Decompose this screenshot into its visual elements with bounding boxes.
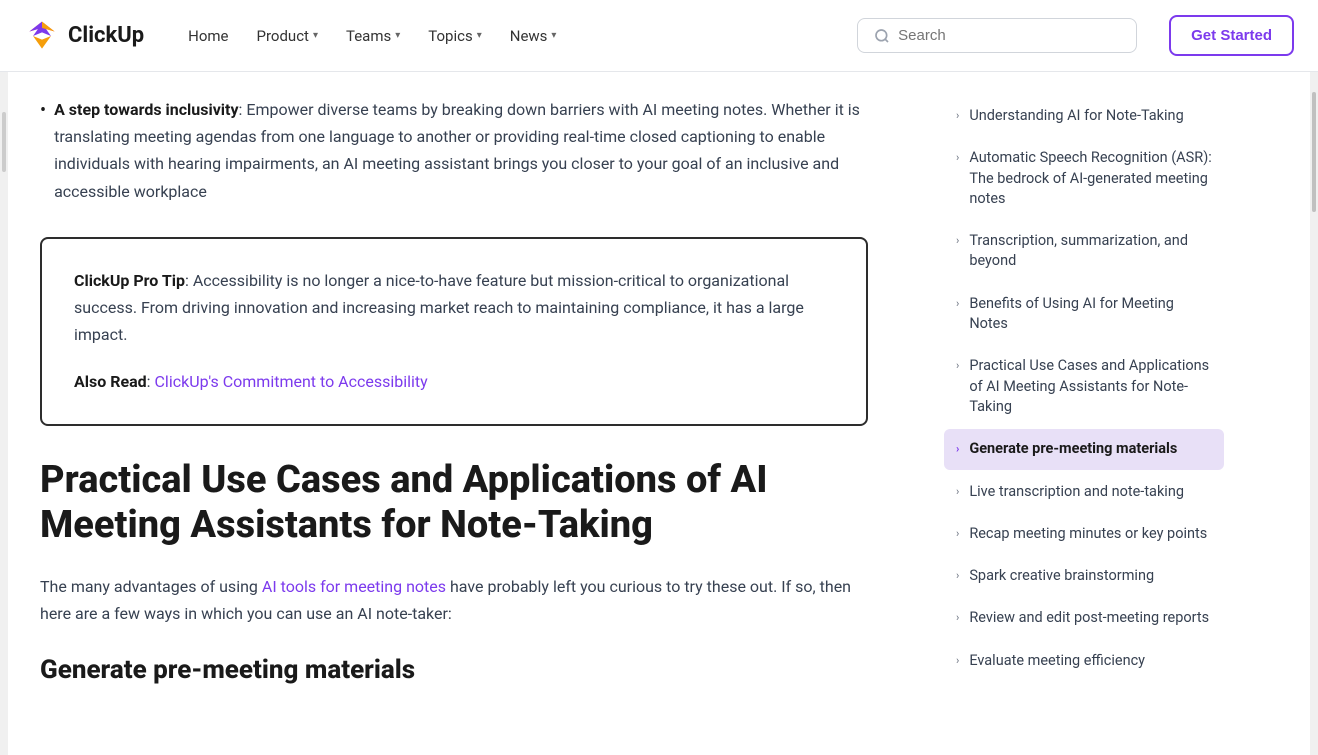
ai-tools-link[interactable]: AI tools for meeting notes bbox=[262, 577, 446, 596]
sidebar-item-label-live: Live transcription and note-taking bbox=[969, 482, 1212, 502]
nav-item-home[interactable]: Home bbox=[176, 19, 240, 53]
teams-chevron-icon: ▾ bbox=[395, 30, 400, 41]
sidebar-chevron-evaluate: › bbox=[956, 653, 959, 668]
sidebar-item-evaluate[interactable]: › Evaluate meeting efficiency bbox=[944, 641, 1224, 681]
logo-icon bbox=[24, 18, 60, 54]
sidebar-item-label-generate: Generate pre-meeting materials bbox=[969, 439, 1212, 459]
sidebar-chevron-review: › bbox=[956, 610, 959, 625]
sidebar-chevron-transcription: › bbox=[956, 233, 959, 248]
bullet-section: • A step towards inclusivity: Empower di… bbox=[40, 96, 868, 205]
sidebar-item-transcription[interactable]: › Transcription, summarization, and beyo… bbox=[944, 221, 1224, 282]
sidebar-item-asr[interactable]: › Automatic Speech Recognition (ASR): Th… bbox=[944, 138, 1224, 219]
left-scrollbar[interactable] bbox=[0, 72, 8, 755]
sidebar-item-generate[interactable]: › Generate pre-meeting materials bbox=[944, 429, 1224, 469]
also-read: Also Read: ClickUp's Commitment to Acces… bbox=[74, 368, 834, 395]
search-box[interactable] bbox=[857, 18, 1137, 53]
main-content: • A step towards inclusivity: Empower di… bbox=[8, 72, 928, 755]
get-started-button[interactable]: Get Started bbox=[1169, 15, 1294, 56]
sidebar-item-label-understanding: Understanding AI for Note-Taking bbox=[969, 106, 1212, 126]
header: ClickUp Home Product ▾ Teams ▾ Topics ▾ … bbox=[0, 0, 1318, 72]
right-scrollbar-thumb bbox=[1312, 92, 1316, 212]
sidebar-item-practical[interactable]: › Practical Use Cases and Applications o… bbox=[944, 346, 1224, 427]
news-chevron-icon: ▾ bbox=[551, 30, 556, 41]
pro-tip-label: ClickUp Pro Tip bbox=[74, 271, 185, 290]
sidebar-item-label-spark: Spark creative brainstorming bbox=[969, 566, 1212, 586]
sidebar-chevron-generate: › bbox=[956, 441, 959, 456]
sidebar-item-label-recap: Recap meeting minutes or key points bbox=[969, 524, 1212, 544]
right-scrollbar[interactable] bbox=[1310, 72, 1318, 755]
sidebar-item-benefits[interactable]: › Benefits of Using AI for Meeting Notes bbox=[944, 284, 1224, 345]
bullet-item: • A step towards inclusivity: Empower di… bbox=[40, 96, 868, 205]
left-scrollbar-thumb bbox=[2, 112, 6, 172]
sidebar-item-live[interactable]: › Live transcription and note-taking bbox=[944, 472, 1224, 512]
page-wrapper: • A step towards inclusivity: Empower di… bbox=[0, 72, 1318, 755]
search-input[interactable] bbox=[898, 27, 1120, 44]
sidebar-item-label-review: Review and edit post-meeting reports bbox=[969, 608, 1212, 628]
pro-tip-box: ClickUp Pro Tip: Accessibility is no lon… bbox=[40, 237, 868, 426]
main-nav: Home Product ▾ Teams ▾ Topics ▾ News ▾ bbox=[176, 19, 825, 53]
sidebar-chevron-asr: › bbox=[956, 150, 959, 165]
logo-wordmark: ClickUp bbox=[68, 23, 144, 48]
also-read-label: Also Read bbox=[74, 372, 147, 391]
sidebar-item-review[interactable]: › Review and edit post-meeting reports bbox=[944, 598, 1224, 638]
sidebar-chevron-benefits: › bbox=[956, 296, 959, 311]
sidebar-chevron-practical: › bbox=[956, 358, 959, 373]
sidebar: › Understanding AI for Note-Taking › Aut… bbox=[928, 72, 1248, 755]
also-read-link[interactable]: ClickUp's Commitment to Accessibility bbox=[155, 372, 428, 391]
sidebar-item-label-benefits: Benefits of Using AI for Meeting Notes bbox=[969, 294, 1212, 335]
sidebar-chevron-spark: › bbox=[956, 568, 959, 583]
sidebar-chevron-live: › bbox=[956, 484, 959, 499]
sidebar-item-recap[interactable]: › Recap meeting minutes or key points bbox=[944, 514, 1224, 554]
body-paragraph: The many advantages of using AI tools fo… bbox=[40, 573, 868, 627]
sub-heading: Generate pre-meeting materials bbox=[40, 655, 868, 685]
nav-item-product[interactable]: Product ▾ bbox=[245, 19, 330, 53]
logo[interactable]: ClickUp bbox=[24, 18, 144, 54]
sidebar-item-label-practical: Practical Use Cases and Applications of … bbox=[969, 356, 1212, 417]
search-icon bbox=[874, 28, 890, 44]
bullet-strong: A step towards inclusivity bbox=[54, 100, 238, 119]
nav-item-teams[interactable]: Teams ▾ bbox=[334, 19, 412, 53]
nav-item-news[interactable]: News ▾ bbox=[498, 19, 569, 53]
product-chevron-icon: ▾ bbox=[313, 30, 318, 41]
pro-tip-text: ClickUp Pro Tip: Accessibility is no lon… bbox=[74, 267, 834, 349]
body-text-before: The many advantages of using bbox=[40, 577, 262, 596]
nav-item-topics[interactable]: Topics ▾ bbox=[416, 19, 493, 53]
bullet-text: A step towards inclusivity: Empower dive… bbox=[54, 96, 868, 205]
sidebar-chevron-recap: › bbox=[956, 526, 959, 541]
sidebar-item-label-transcription: Transcription, summarization, and beyond bbox=[969, 231, 1212, 272]
topics-chevron-icon: ▾ bbox=[477, 30, 482, 41]
section-heading: Practical Use Cases and Applications of … bbox=[40, 458, 868, 549]
sidebar-chevron-understanding: › bbox=[956, 108, 959, 123]
sidebar-item-understanding[interactable]: › Understanding AI for Note-Taking bbox=[944, 96, 1224, 136]
bullet-dot: • bbox=[40, 100, 46, 205]
sidebar-item-label-asr: Automatic Speech Recognition (ASR): The … bbox=[969, 148, 1212, 209]
sidebar-item-spark[interactable]: › Spark creative brainstorming bbox=[944, 556, 1224, 596]
sidebar-item-label-evaluate: Evaluate meeting efficiency bbox=[969, 651, 1212, 671]
